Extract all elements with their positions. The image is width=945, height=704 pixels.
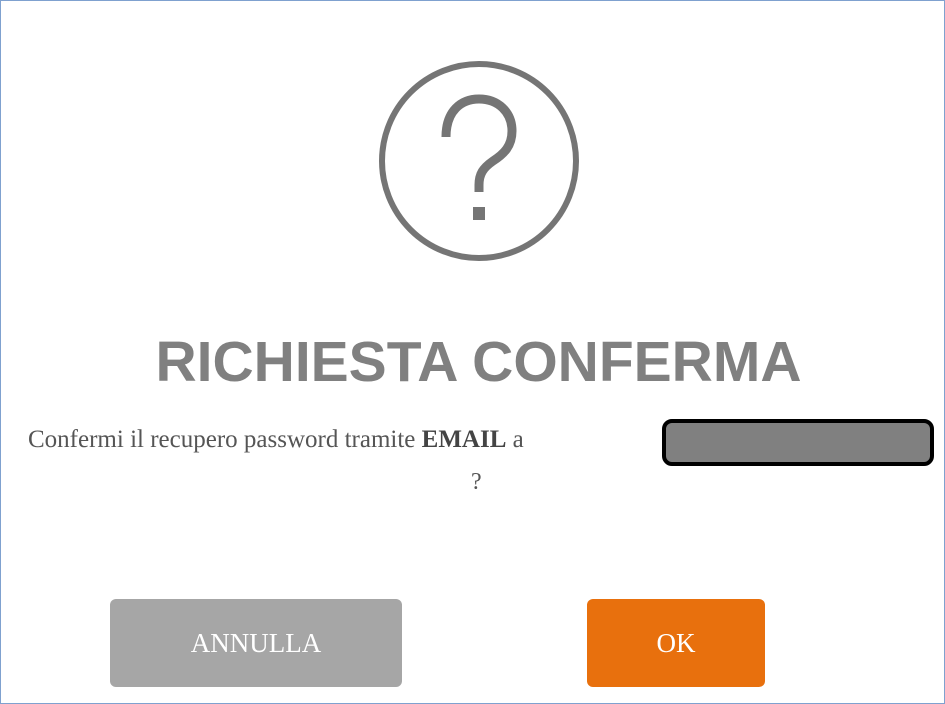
message-question-mark: ?: [471, 469, 482, 495]
cancel-button[interactable]: ANNULLA: [110, 599, 402, 687]
dialog-message: Confermi il recupero password tramite EM…: [28, 425, 524, 455]
confirm-dialog: RICHIESTA CONFERMA Confermi il recupero …: [0, 0, 945, 704]
message-prefix: Confermi il recupero password tramite: [28, 426, 422, 453]
ok-button[interactable]: OK: [587, 599, 765, 687]
message-emphasis: EMAIL: [421, 426, 507, 453]
redacted-email: [662, 419, 934, 466]
question-circle-icon: [377, 61, 581, 261]
message-suffix: a: [506, 426, 524, 453]
dialog-title: RICHIESTA CONFERMA: [155, 330, 802, 394]
